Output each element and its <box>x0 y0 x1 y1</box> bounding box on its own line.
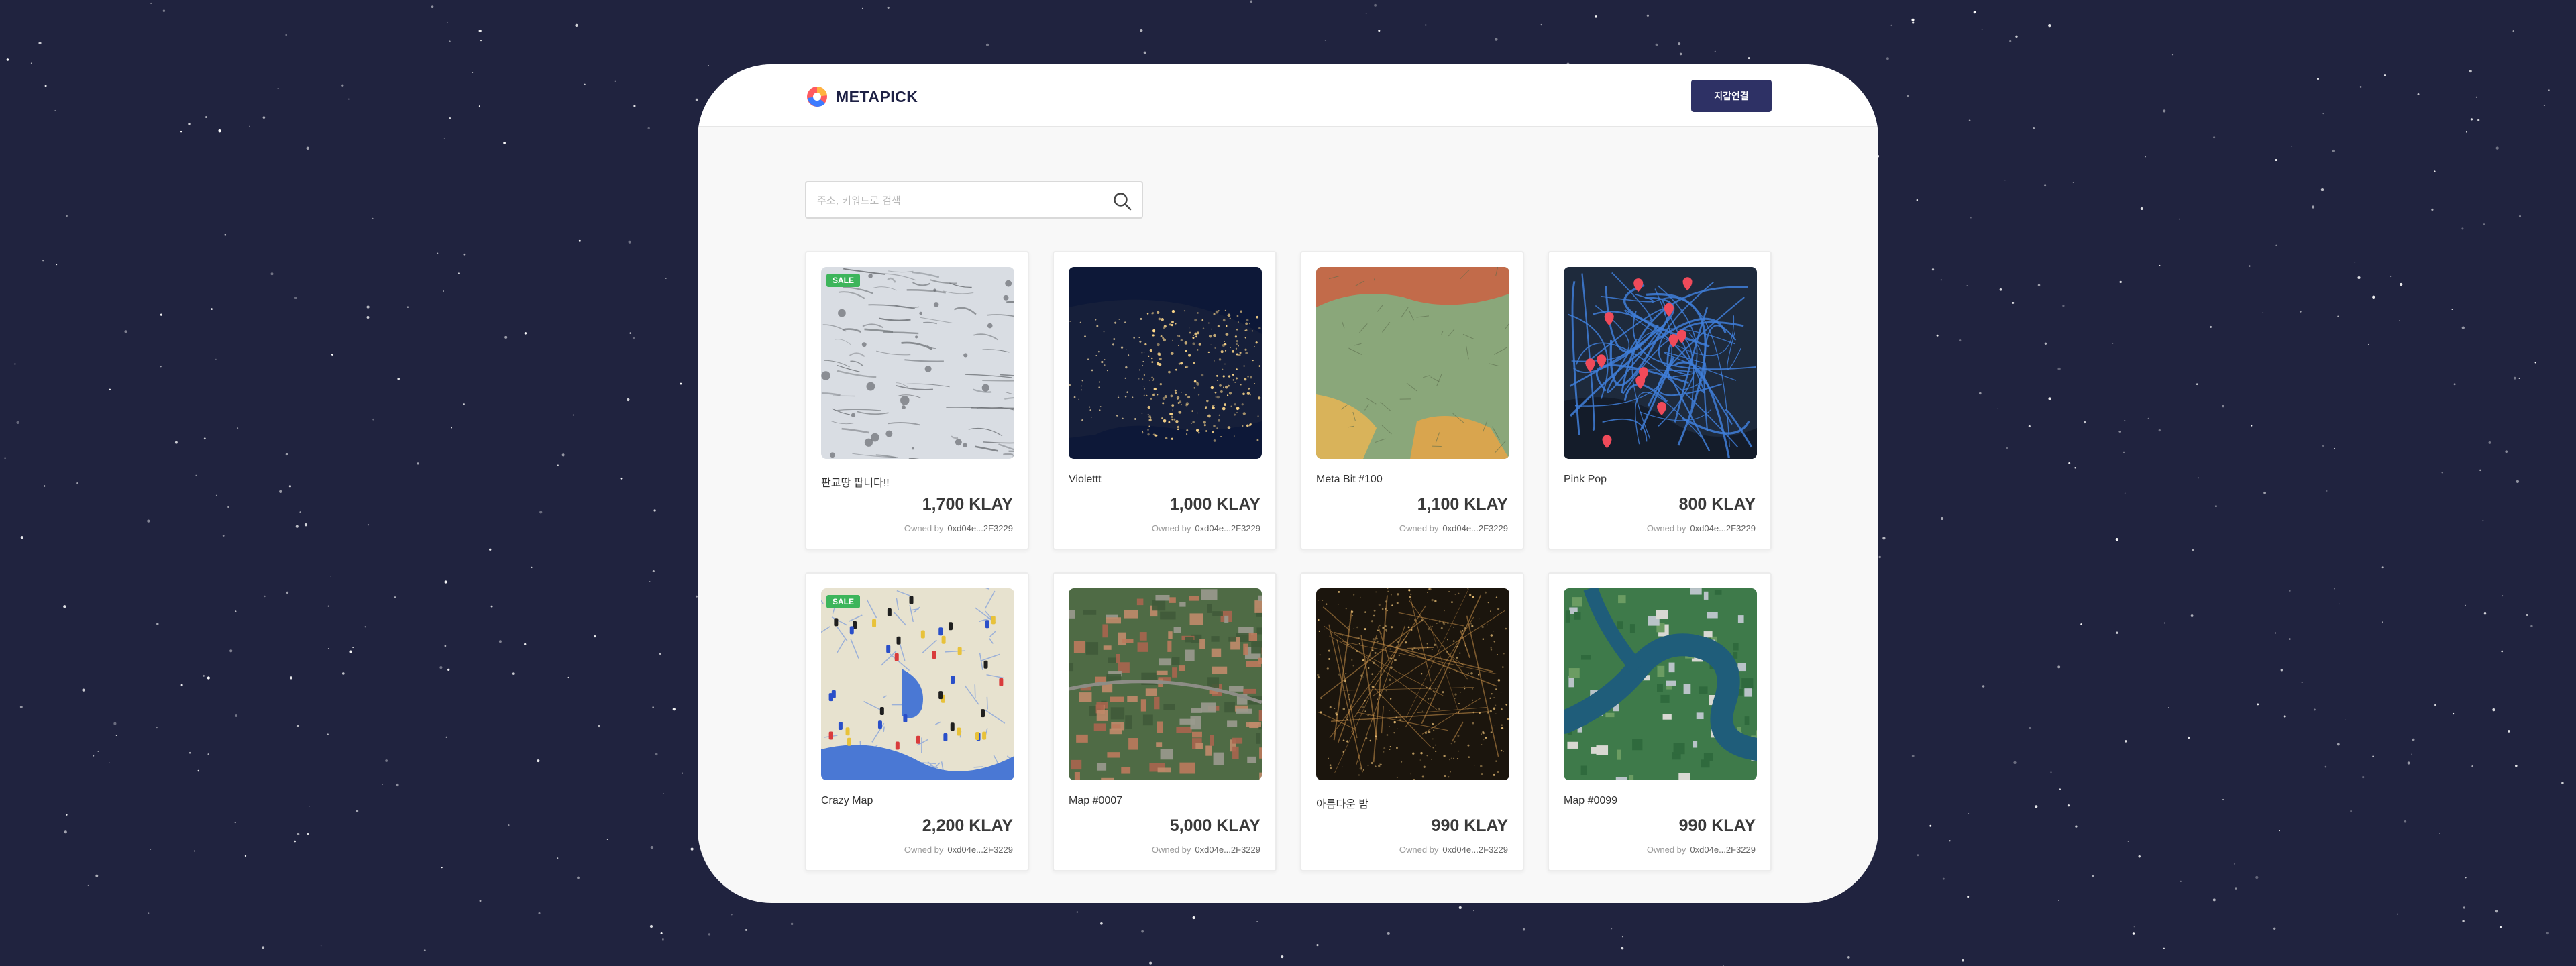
nft-thumbnail[interactable] <box>1316 267 1509 459</box>
owner-address[interactable]: 0xd04e...2F3229 <box>1442 845 1508 855</box>
owner-label: Owned by <box>904 523 944 533</box>
owner-label: Owned by <box>1399 523 1439 533</box>
owner-address[interactable]: 0xd04e...2F3229 <box>947 523 1013 533</box>
nft-price: 990 KLAY <box>1431 816 1508 835</box>
search-bar <box>805 181 1143 219</box>
owner-address[interactable]: 0xd04e...2F3229 <box>1442 523 1508 533</box>
search-icon[interactable] <box>1112 191 1132 211</box>
nft-name: Meta Bit #100 <box>1316 474 1383 485</box>
nft-owner: Owned by 0xd04e...2F3229 <box>1647 845 1756 855</box>
search-input[interactable] <box>817 191 1099 211</box>
nft-card[interactable]: Map #0007 5,000 KLAY Owned by 0xd04e...2F32… <box>1053 572 1277 871</box>
nft-owner: Owned by 0xd04e...2F3229 <box>1399 845 1508 855</box>
nft-thumbnail[interactable] <box>1069 588 1262 780</box>
owner-label: Owned by <box>1151 523 1191 533</box>
owner-address[interactable]: 0xd04e...2F3229 <box>1195 523 1260 533</box>
connect-wallet-button[interactable]: 지갑연결 <box>1691 80 1772 112</box>
nft-name: 아름다운 밤 <box>1316 799 1369 810</box>
sale-badge: SALE <box>826 595 861 608</box>
owner-address[interactable]: 0xd04e...2F3229 <box>1690 845 1756 855</box>
nft-card[interactable]: SALE 판교땅 팝니다!! 1,700 KLAY Owned by 0xd04e...… <box>805 251 1029 550</box>
nft-card[interactable]: Meta Bit #100 1,100 KLAY Owned by 0xd04e...… <box>1300 251 1524 550</box>
nft-owner: Owned by 0xd04e...2F3229 <box>1647 523 1756 533</box>
brand-name: METAPICK <box>836 87 918 105</box>
nft-price: 1,100 KLAY <box>1417 495 1508 514</box>
nft-name: Violettt <box>1069 474 1102 485</box>
nft-owner: Owned by 0xd04e...2F3229 <box>904 845 1013 855</box>
nft-name: Map #0099 <box>1564 795 1618 806</box>
nft-name: Pink Pop <box>1564 474 1607 485</box>
owner-address[interactable]: 0xd04e...2F3229 <box>1690 523 1756 533</box>
nft-owner: Owned by 0xd04e...2F3229 <box>1399 523 1508 533</box>
nft-price: 2,200 KLAY <box>922 816 1013 835</box>
nft-thumbnail[interactable]: SALE <box>821 588 1014 780</box>
nft-owner: Owned by 0xd04e...2F3229 <box>1152 845 1260 855</box>
owner-label: Owned by <box>1399 845 1439 855</box>
nft-price: 1,000 KLAY <box>1169 495 1260 514</box>
nft-name: Map #0007 <box>1069 795 1123 806</box>
owner-address[interactable]: 0xd04e...2F3229 <box>947 845 1013 855</box>
nft-name: 판교땅 팝니다!! <box>821 478 890 489</box>
sale-badge: SALE <box>826 274 861 287</box>
nft-price: 1,700 KLAY <box>922 495 1013 514</box>
owner-label: Owned by <box>904 845 944 855</box>
nft-owner: Owned by 0xd04e...2F3229 <box>904 523 1013 533</box>
app-window: METAPICK 지갑연결 SALE 판교땅 팝니다!! 1,700 KLAY Own… <box>698 64 1878 903</box>
nft-thumbnail[interactable]: SALE <box>821 267 1014 459</box>
owner-label: Owned by <box>1151 845 1191 855</box>
nft-thumbnail[interactable] <box>1564 588 1757 780</box>
nft-price: 5,000 KLAY <box>1169 816 1260 835</box>
owner-label: Owned by <box>1646 845 1686 855</box>
owner-address[interactable]: 0xd04e...2F3229 <box>1195 845 1260 855</box>
nft-price: 990 KLAY <box>1678 816 1756 835</box>
nft-card[interactable]: SALE Crazy Map 2,200 KLAY Owned by 0xd04e...… <box>805 572 1029 871</box>
nft-thumbnail[interactable] <box>1069 267 1262 459</box>
nft-price: 800 KLAY <box>1678 495 1756 514</box>
nft-card[interactable]: Map #0099 990 KLAY Owned by 0xd04e...2F3229 <box>1548 572 1772 871</box>
nft-card[interactable]: 아름다운 밤 990 KLAY Owned by 0xd04e...2F3229 <box>1300 572 1524 871</box>
metapick-logo-icon <box>807 86 827 107</box>
brand-logo[interactable]: METAPICK <box>805 85 918 109</box>
nft-name: Crazy Map <box>821 795 873 806</box>
nft-card[interactable]: Pink Pop 800 KLAY Owned by 0xd04e...2F3229 <box>1548 251 1772 550</box>
nft-thumbnail[interactable] <box>1316 588 1509 780</box>
top-navbar: METAPICK 지갑연결 <box>698 64 1878 127</box>
nft-owner: Owned by 0xd04e...2F3229 <box>1152 523 1260 533</box>
nft-card[interactable]: Violettt 1,000 KLAY Owned by 0xd04e...2F322… <box>1053 251 1277 550</box>
owner-label: Owned by <box>1646 523 1686 533</box>
nft-thumbnail[interactable] <box>1564 267 1757 459</box>
